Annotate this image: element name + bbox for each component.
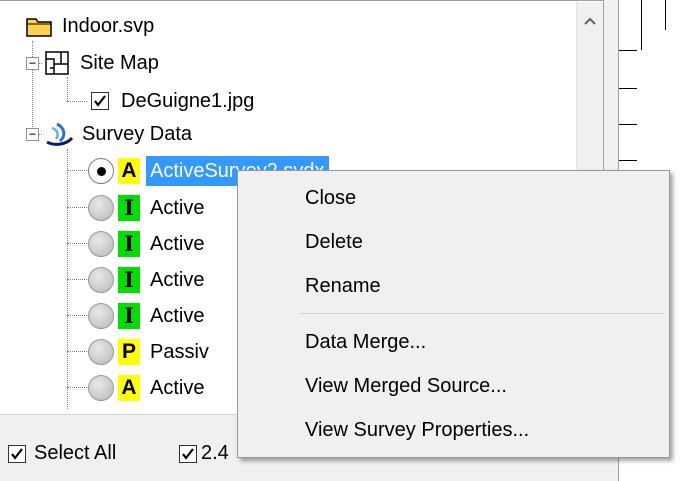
band-24-label: 2.4 xyxy=(201,442,229,464)
survey-item-label: Active xyxy=(150,377,205,399)
band-24-checkbox-box[interactable] xyxy=(179,444,197,463)
survey-item-label: Active xyxy=(150,269,205,291)
tree-connector xyxy=(67,279,89,280)
tree-node-site-map[interactable]: Site Map xyxy=(44,46,163,80)
radio-button[interactable] xyxy=(88,303,114,329)
tree-root-label: Indoor.svp xyxy=(62,15,155,37)
tree-connector xyxy=(67,243,89,244)
survey-type-badge: I xyxy=(118,303,140,329)
tree-connector xyxy=(67,170,89,171)
survey-item[interactable]: A Active xyxy=(88,371,208,405)
site-map-icon xyxy=(45,51,69,75)
survey-type-badge: I xyxy=(118,195,140,221)
radio-button[interactable] xyxy=(88,339,114,365)
ruler-tick xyxy=(619,160,637,161)
tree-node-site-map-image[interactable]: DeGuigne1.jpg xyxy=(91,84,258,118)
survey-item-label: Active xyxy=(150,233,205,255)
menu-item-close[interactable]: Close xyxy=(241,178,666,218)
survey-item-label: Active xyxy=(150,305,205,327)
menu-item-delete[interactable]: Delete xyxy=(241,222,666,262)
band-24-checkbox[interactable]: 2.4 xyxy=(179,442,229,465)
tree-node-survey-data[interactable]: Survey Data xyxy=(44,117,196,151)
tree-connector xyxy=(67,315,89,316)
menu-item-view-merged-source[interactable]: View Merged Source... xyxy=(241,366,666,406)
survey-item[interactable]: P Passiv xyxy=(88,335,213,369)
tree-connector xyxy=(67,207,89,208)
survey-item[interactable]: I Active xyxy=(88,227,208,261)
survey-item[interactable]: I Active xyxy=(88,299,208,333)
radio-button[interactable] xyxy=(88,195,114,221)
select-all-checkbox[interactable]: Select All xyxy=(8,442,116,465)
select-all-checkbox-box[interactable] xyxy=(8,444,26,463)
ruler-tick xyxy=(619,50,637,51)
survey-data-label: Survey Data xyxy=(82,123,193,145)
tree-root[interactable]: Indoor.svp xyxy=(26,9,158,43)
tree-connector xyxy=(67,387,89,388)
site-map-image-label: DeGuigne1.jpg xyxy=(121,90,255,112)
survey-type-badge: I xyxy=(118,231,140,257)
ruler-tick xyxy=(619,124,637,125)
survey-type-badge: I xyxy=(118,267,140,293)
menu-separator xyxy=(300,313,664,314)
context-menu[interactable]: Close Delete Rename Data Merge... View M… xyxy=(237,170,670,458)
radio-button[interactable] xyxy=(88,231,114,257)
chevron-up-icon xyxy=(584,17,596,25)
menu-item-data-merge[interactable]: Data Merge... xyxy=(241,322,666,362)
select-all-label: Select All xyxy=(34,442,117,464)
tree-connector xyxy=(67,101,87,102)
survey-type-badge: P xyxy=(118,339,140,365)
survey-item[interactable]: I Active xyxy=(88,263,208,297)
ruler-tick xyxy=(619,88,637,89)
radio-button[interactable] xyxy=(88,375,114,401)
tree-connector xyxy=(67,351,89,352)
survey-item-label: Passiv xyxy=(150,341,209,363)
site-map-image-checkbox[interactable] xyxy=(91,92,109,110)
radio-button[interactable] xyxy=(88,267,114,293)
site-map-label: Site Map xyxy=(80,52,159,74)
ruler-corner-line xyxy=(641,0,642,50)
survey-data-collapse-toggle[interactable]: − xyxy=(26,128,39,141)
tree-connector xyxy=(67,77,68,101)
menu-item-rename[interactable]: Rename xyxy=(241,266,666,306)
scroll-up-button[interactable] xyxy=(577,2,603,36)
site-map-collapse-toggle[interactable]: − xyxy=(26,57,39,70)
survey-item[interactable]: I Active xyxy=(88,191,208,225)
ruler-corner-line xyxy=(665,0,666,30)
survey-item-label: Active xyxy=(150,197,205,219)
menu-item-view-survey-properties[interactable]: View Survey Properties... xyxy=(241,410,666,450)
app-window: Indoor.svp − Site Map DeGuigne1.jpg − Su… xyxy=(0,0,691,481)
folder-icon xyxy=(26,18,52,37)
survey-type-badge: A xyxy=(118,375,140,401)
radio-button-selected[interactable] xyxy=(88,158,114,184)
survey-data-icon xyxy=(46,122,74,146)
survey-type-badge: A xyxy=(118,158,140,184)
